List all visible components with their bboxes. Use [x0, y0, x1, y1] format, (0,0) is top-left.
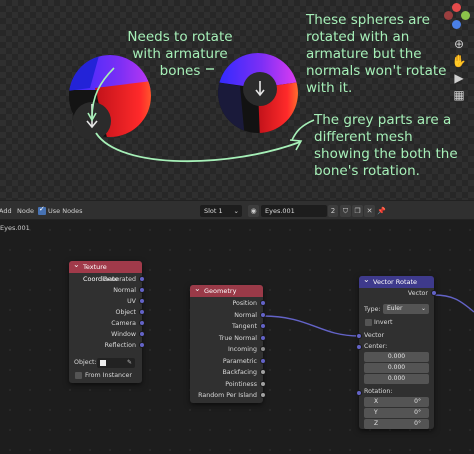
- output-normal: Normal: [234, 312, 257, 319]
- object-label: Object:: [74, 359, 97, 366]
- socket-true-normal[interactable]: [260, 335, 266, 341]
- rotation-label: Rotation:: [364, 388, 393, 395]
- center-z-field[interactable]: 0.000: [364, 374, 429, 384]
- socket-tangent[interactable]: [260, 323, 266, 329]
- vector-input-label: Vector: [364, 332, 385, 339]
- socket-window[interactable]: [139, 331, 145, 337]
- center-label: Center:: [364, 343, 388, 350]
- socket-object[interactable]: [139, 309, 145, 315]
- rotation-y-field[interactable]: Y 0°: [364, 408, 429, 418]
- rotation-x-value: 0°: [414, 398, 421, 405]
- rotation-x-field[interactable]: X 0°: [364, 397, 429, 407]
- socket-random-per-island[interactable]: [260, 392, 266, 398]
- slot-value: Slot 1: [204, 207, 223, 215]
- output-normal: Normal: [113, 287, 136, 294]
- socket-vector-out[interactable]: [431, 290, 437, 296]
- slot-dropdown[interactable]: Slot 1 ⌄: [200, 205, 242, 217]
- x-axis-dot[interactable]: [452, 3, 461, 12]
- socket-reflection[interactable]: [139, 342, 145, 348]
- socket-backfacing[interactable]: [260, 369, 266, 375]
- from-instancer-checkbox[interactable]: [75, 372, 82, 379]
- node-title[interactable]: Vector Rotate: [359, 274, 434, 288]
- socket-pointiness[interactable]: [260, 381, 266, 387]
- socket-generated[interactable]: [139, 276, 145, 282]
- socket-position[interactable]: [260, 300, 266, 306]
- output-object: Object: [115, 309, 136, 316]
- material-name-field[interactable]: Eyes.001: [261, 205, 327, 217]
- pin-icon[interactable]: 📌: [376, 205, 387, 217]
- use-nodes-label: Use Nodes: [48, 207, 83, 215]
- object-icon: [100, 360, 106, 366]
- material-browse-icon[interactable]: ◉: [248, 205, 259, 217]
- rotation-x-axis: X: [374, 398, 379, 405]
- socket-incoming[interactable]: [260, 346, 266, 352]
- invert-checkbox[interactable]: [365, 319, 372, 326]
- output-incoming: Incoming: [227, 346, 257, 353]
- unlink-close-icon[interactable]: ✕: [364, 205, 375, 217]
- annotation-rotate-bones: Needs to rotate with armature bones: [127, 29, 233, 79]
- center-x-field[interactable]: 0.000: [364, 352, 429, 362]
- camera-icon[interactable]: ▶: [451, 70, 467, 86]
- output-window: Window: [111, 331, 136, 338]
- socket-parametric[interactable]: [260, 358, 266, 364]
- user-count[interactable]: 2: [328, 205, 338, 217]
- chevron-down-icon: ⌄: [420, 305, 426, 312]
- neg-x-axis-dot[interactable]: [444, 11, 453, 20]
- rotation-z-field[interactable]: Z 0°: [364, 419, 429, 429]
- output-vector: Vector: [407, 290, 428, 297]
- socket-uv[interactable]: [139, 298, 145, 304]
- output-pointiness: Pointiness: [225, 381, 257, 388]
- socket-normal[interactable]: [139, 287, 145, 293]
- type-value: Euler: [387, 305, 403, 312]
- invert-label: Invert: [374, 319, 393, 326]
- hand-icon[interactable]: ✋: [451, 53, 467, 69]
- node-title[interactable]: Geometry: [190, 283, 263, 297]
- rotation-y-axis: Y: [374, 409, 378, 416]
- node-vector-rotate[interactable]: Vector Rotate Vector Type: Euler ⌄ Inver…: [356, 274, 437, 429]
- from-instancer-label: From Instancer: [85, 372, 132, 379]
- use-nodes-checkbox[interactable]: [38, 205, 46, 215]
- node-texture-coordinate[interactable]: Texture Coordinate Generated Normal UV O…: [69, 259, 145, 383]
- rotation-z-value: 0°: [414, 420, 421, 427]
- node-title[interactable]: Texture Coordinate: [69, 259, 142, 283]
- output-reflection: Reflection: [104, 342, 136, 349]
- menu-add[interactable]: Add: [0, 207, 12, 215]
- socket-normal[interactable]: [260, 312, 266, 318]
- fake-user-shield-icon[interactable]: ⛉: [340, 205, 351, 217]
- zoom-icon[interactable]: ⊕: [451, 36, 467, 52]
- output-tangent: Tangent: [232, 323, 257, 330]
- center-y-field[interactable]: 0.000: [364, 363, 429, 373]
- node-geometry[interactable]: Geometry Position Normal Tangent True No…: [190, 283, 266, 403]
- output-random-per-island: Random Per Island: [198, 392, 257, 399]
- object-field[interactable]: ✎: [97, 358, 135, 368]
- output-uv: UV: [127, 298, 136, 305]
- output-parametric: Parametric: [222, 358, 257, 365]
- output-position: Position: [232, 300, 257, 307]
- annotation-spheres-rotated: These spheres are rotated with an armatu…: [306, 12, 447, 96]
- socket-camera[interactable]: [139, 320, 145, 326]
- rotation-y-value: 0°: [414, 409, 421, 416]
- menu-node[interactable]: Node: [17, 207, 34, 215]
- socket-vector-in[interactable]: [356, 333, 362, 339]
- grid-icon[interactable]: ▦: [451, 87, 467, 103]
- link-normal-to-vector: [262, 315, 360, 337]
- duplicate-icon[interactable]: ❐: [352, 205, 363, 217]
- 3d-viewport[interactable]: Needs to rotate with armature bones Thes…: [0, 0, 474, 200]
- chevron-down-icon: ⌄: [233, 207, 239, 215]
- rotation-z-axis: Z: [374, 420, 379, 427]
- node-editor-header: Add Node Use Nodes Slot 1 ⌄ ◉ Eyes.001 2…: [0, 200, 474, 220]
- output-backfacing: Backfacing: [222, 369, 257, 376]
- y-axis-dot[interactable]: [461, 11, 470, 20]
- eyedropper-icon[interactable]: ✎: [127, 358, 132, 368]
- output-true-normal: True Normal: [218, 335, 257, 342]
- type-label: Type:: [364, 306, 381, 313]
- output-generated: Generated: [102, 276, 136, 283]
- output-camera: Camera: [111, 320, 136, 327]
- type-dropdown[interactable]: Euler ⌄: [383, 304, 429, 314]
- socket-rotation[interactable]: [356, 390, 362, 396]
- z-axis-dot[interactable]: [452, 20, 461, 29]
- link-vector-out: [433, 294, 474, 313]
- socket-center[interactable]: [356, 344, 362, 350]
- navigation-gizmo[interactable]: ⊕ ✋ ▶ ▦: [440, 0, 474, 200]
